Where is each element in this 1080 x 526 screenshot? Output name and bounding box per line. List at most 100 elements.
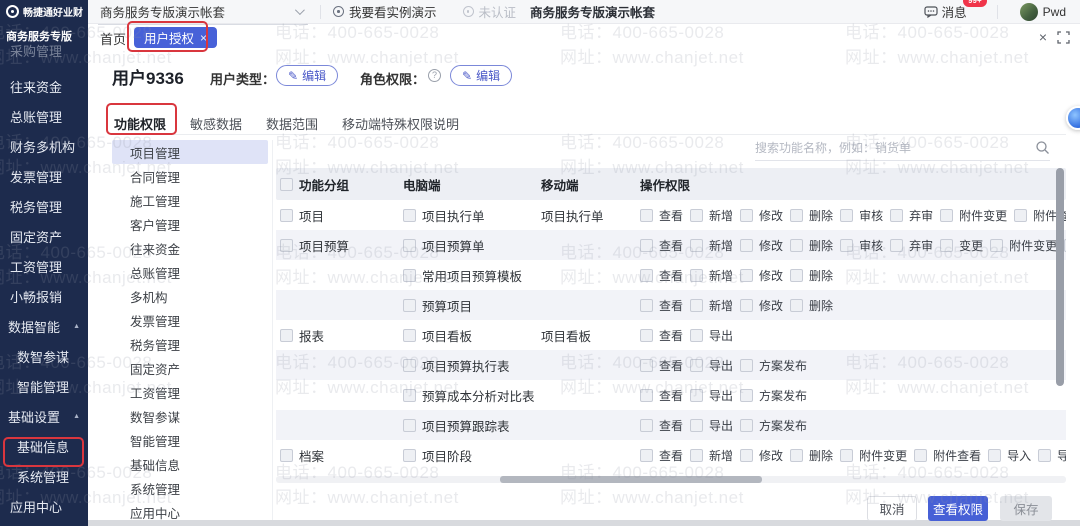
messages-button[interactable]: 消息 99+ xyxy=(924,2,967,21)
op-checkbox[interactable] xyxy=(690,329,703,342)
sidebar-item-6[interactable]: 工资管理 xyxy=(0,251,88,281)
op-checkbox[interactable] xyxy=(740,209,753,222)
tab-home[interactable]: 首页 xyxy=(100,29,126,48)
op-checkbox[interactable] xyxy=(790,299,803,312)
group-checkbox[interactable] xyxy=(280,239,293,252)
save-button[interactable]: 保存 xyxy=(1000,496,1052,521)
sidebar-item-1[interactable]: 总账管理 xyxy=(0,101,88,131)
op-checkbox[interactable] xyxy=(990,239,1003,252)
op-checkbox[interactable] xyxy=(740,299,753,312)
select-all-checkbox[interactable] xyxy=(280,178,293,191)
pc-checkbox[interactable] xyxy=(403,329,416,342)
module-item-6[interactable]: 多机构 xyxy=(112,284,268,308)
view-permissions-button[interactable]: 查看权限 xyxy=(928,496,988,521)
sidebar-item-3[interactable]: 发票管理 xyxy=(0,161,88,191)
op-checkbox[interactable] xyxy=(740,449,753,462)
op-checkbox[interactable] xyxy=(790,209,803,222)
search-icon[interactable] xyxy=(1035,140,1050,155)
op-checkbox[interactable] xyxy=(640,389,653,402)
op-checkbox[interactable] xyxy=(940,209,953,222)
module-item-8[interactable]: 税务管理 xyxy=(112,332,268,356)
op-checkbox[interactable] xyxy=(740,359,753,372)
op-checkbox[interactable] xyxy=(840,449,853,462)
group-checkbox[interactable] xyxy=(280,449,293,462)
sidebar-item-8[interactable]: 数据智能▲ xyxy=(0,311,88,341)
op-checkbox[interactable] xyxy=(640,449,653,462)
group-checkbox[interactable] xyxy=(280,209,293,222)
collapse-arrow-icon[interactable]: ▲ xyxy=(73,413,80,420)
op-checkbox[interactable] xyxy=(790,449,803,462)
op-checkbox[interactable] xyxy=(690,449,703,462)
perm-tab-1[interactable]: 敏感数据 xyxy=(188,110,244,137)
sidebar-item-12[interactable]: 基础信息 xyxy=(0,431,88,461)
sidebar-item-4[interactable]: 税务管理 xyxy=(0,191,88,221)
op-checkbox[interactable] xyxy=(740,269,753,282)
module-item-3[interactable]: 客户管理 xyxy=(112,212,268,236)
op-checkbox[interactable] xyxy=(640,239,653,252)
sidebar-item-0[interactable]: 往来资金 xyxy=(0,71,88,101)
demo-link[interactable]: 我要看实例演示 xyxy=(333,2,437,21)
cert-status[interactable]: 未认证 xyxy=(463,2,517,21)
op-checkbox[interactable] xyxy=(690,269,703,282)
sidebar-item-10[interactable]: 智能管理 xyxy=(0,371,88,401)
op-checkbox[interactable] xyxy=(790,269,803,282)
perm-tab-2[interactable]: 数据范围 xyxy=(264,110,320,137)
module-item-14[interactable]: 系统管理 xyxy=(112,476,268,500)
op-checkbox[interactable] xyxy=(690,359,703,372)
module-item-1[interactable]: 合同管理 xyxy=(112,164,268,188)
op-checkbox[interactable] xyxy=(914,449,927,462)
op-checkbox[interactable] xyxy=(640,359,653,372)
tab-close-icon[interactable]: × xyxy=(200,31,207,45)
op-checkbox[interactable] xyxy=(890,209,903,222)
op-checkbox[interactable] xyxy=(690,209,703,222)
search-input[interactable] xyxy=(755,141,1035,155)
op-checkbox[interactable] xyxy=(988,449,1001,462)
pc-checkbox[interactable] xyxy=(403,299,416,312)
account-select[interactable]: 商务服务专版演示帐套 xyxy=(98,0,308,25)
sidebar-item-7[interactable]: 小畅报销 xyxy=(0,281,88,311)
op-checkbox[interactable] xyxy=(890,239,903,252)
op-checkbox[interactable] xyxy=(840,209,853,222)
module-item-0[interactable]: 项目管理 xyxy=(112,140,268,164)
sidebar-item-14[interactable]: 应用中心 xyxy=(0,491,88,521)
close-icon[interactable]: × xyxy=(1039,29,1047,45)
sidebar-item-5[interactable]: 固定资产 xyxy=(0,221,88,251)
sidebar-item-11[interactable]: 基础设置▲ xyxy=(0,401,88,431)
pc-checkbox[interactable] xyxy=(403,269,416,282)
vertical-scrollbar[interactable] xyxy=(1056,168,1064,386)
help-question-icon[interactable]: ? xyxy=(428,69,441,82)
op-checkbox[interactable] xyxy=(740,419,753,432)
op-checkbox[interactable] xyxy=(740,239,753,252)
user-avatar[interactable] xyxy=(1020,3,1038,21)
horizontal-scrollbar[interactable] xyxy=(500,476,762,483)
pc-checkbox[interactable] xyxy=(403,359,416,372)
module-item-11[interactable]: 数智参谋 xyxy=(112,404,268,428)
sidebar-item-2[interactable]: 财务多机构 xyxy=(0,131,88,161)
group-checkbox[interactable] xyxy=(280,329,293,342)
module-item-5[interactable]: 总账管理 xyxy=(112,260,268,284)
module-item-9[interactable]: 固定资产 xyxy=(112,356,268,380)
module-item-15[interactable]: 应用中心 xyxy=(112,500,268,524)
op-checkbox[interactable] xyxy=(690,389,703,402)
module-item-12[interactable]: 智能管理 xyxy=(112,428,268,452)
op-checkbox[interactable] xyxy=(790,239,803,252)
op-checkbox[interactable] xyxy=(640,209,653,222)
pc-checkbox[interactable] xyxy=(403,239,416,252)
op-checkbox[interactable] xyxy=(690,419,703,432)
op-checkbox[interactable] xyxy=(840,239,853,252)
module-item-4[interactable]: 往来资金 xyxy=(112,236,268,260)
op-checkbox[interactable] xyxy=(690,299,703,312)
tab-user-authorization[interactable]: 用户授权 × xyxy=(134,27,217,48)
op-checkbox[interactable] xyxy=(740,389,753,402)
sidebar-item-13[interactable]: 系统管理 xyxy=(0,461,88,491)
perm-tab-0[interactable]: 功能权限 xyxy=(112,110,168,137)
pc-checkbox[interactable] xyxy=(403,419,416,432)
module-item-13[interactable]: 基础信息 xyxy=(112,452,268,476)
op-checkbox[interactable] xyxy=(940,239,953,252)
sidebar-item-occluded[interactable]: 采购管理 xyxy=(10,41,62,60)
pc-checkbox[interactable] xyxy=(403,389,416,402)
module-item-7[interactable]: 发票管理 xyxy=(112,308,268,332)
op-checkbox[interactable] xyxy=(1038,449,1051,462)
cancel-button[interactable]: 取消 xyxy=(867,496,917,521)
module-item-2[interactable]: 施工管理 xyxy=(112,188,268,212)
